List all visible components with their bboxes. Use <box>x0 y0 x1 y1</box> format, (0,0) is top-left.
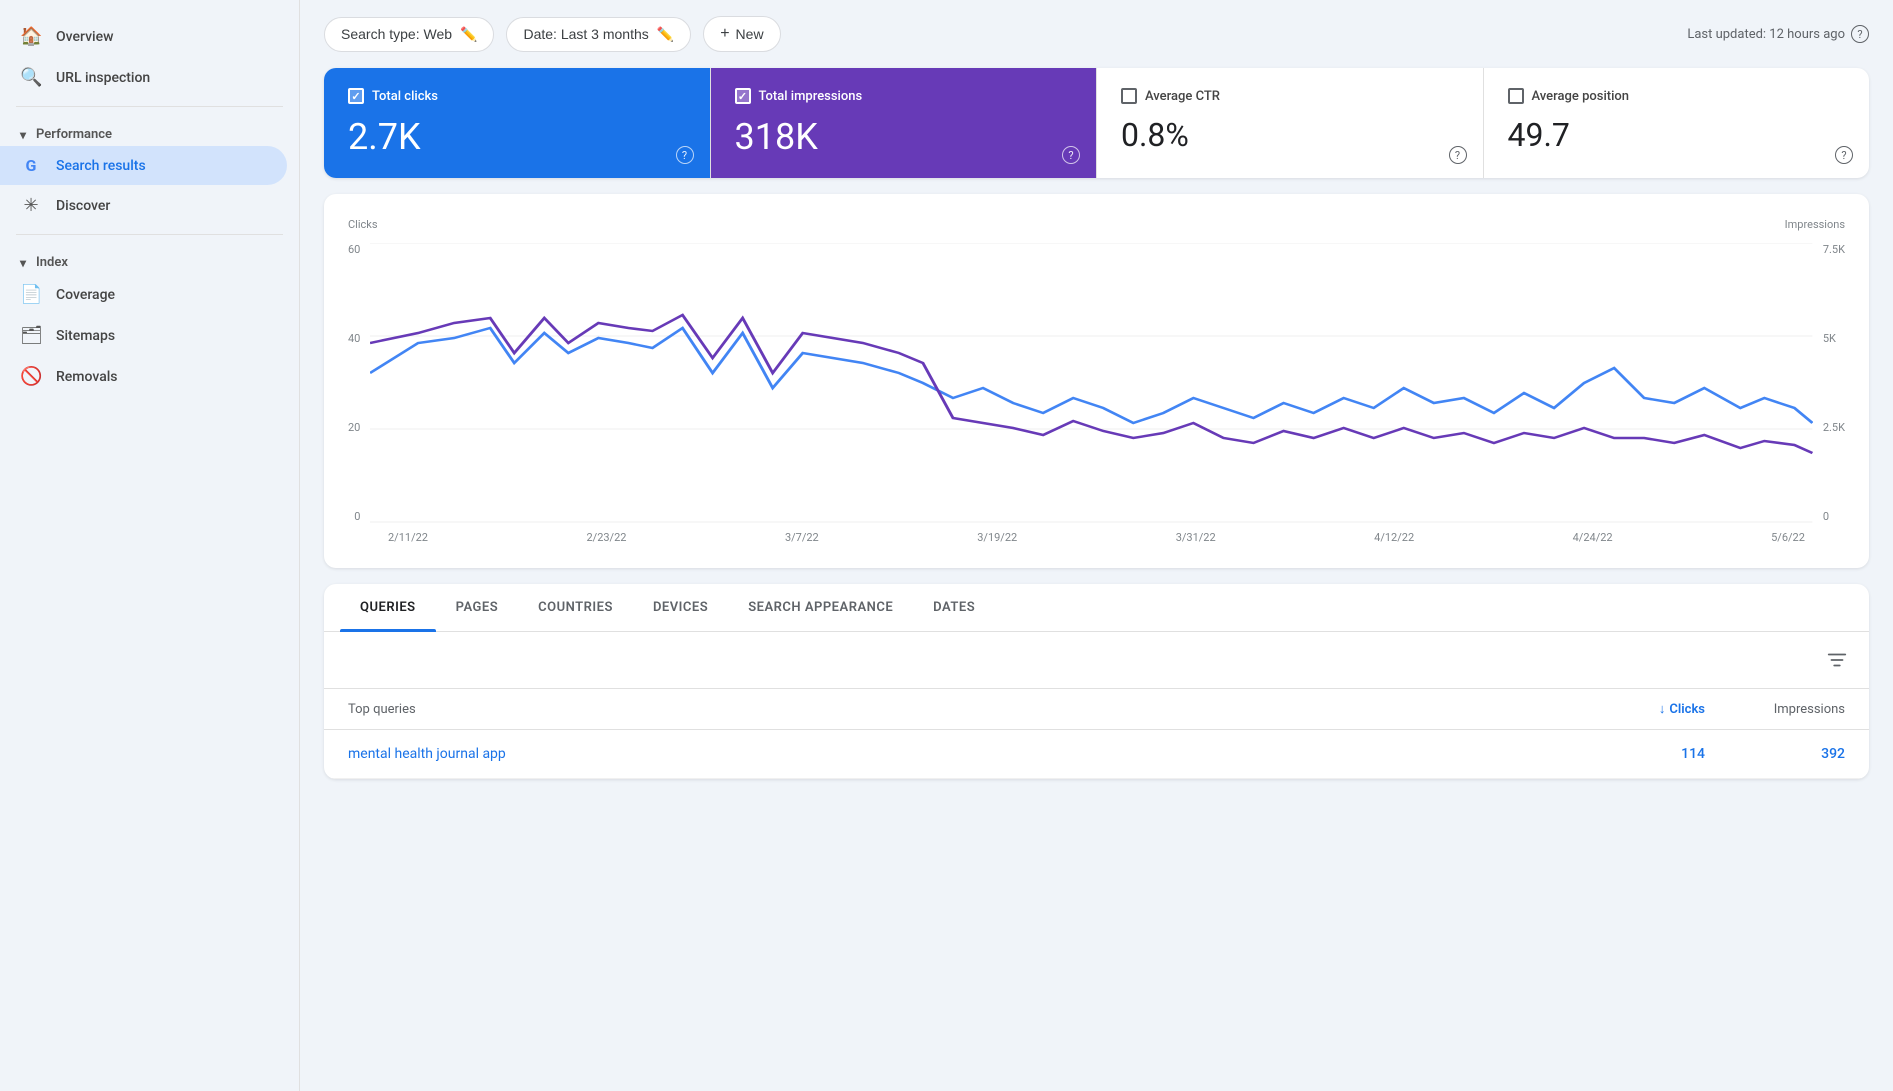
performance-arrow-icon: ▾ <box>20 128 26 142</box>
search-type-label: Search type: Web <box>341 26 452 42</box>
filter-icon-button[interactable] <box>1821 644 1853 676</box>
date-filter[interactable]: Date: Last 3 months ✏️ <box>506 17 691 52</box>
edit-search-type-icon: ✏️ <box>460 26 477 43</box>
discover-label: Discover <box>56 198 110 214</box>
coverage-icon: 📄 <box>20 284 42 305</box>
tabs-container: QUERIES PAGES COUNTRIES DEVICES SEARCH A… <box>324 584 1869 779</box>
new-button[interactable]: + New <box>703 16 780 52</box>
performance-section-label: Performance <box>36 127 112 142</box>
new-label: New <box>736 26 764 42</box>
sitemaps-icon: 🗂 <box>20 325 42 346</box>
google-g-icon: G <box>20 156 42 175</box>
total-clicks-checkbox[interactable] <box>348 88 364 104</box>
removals-icon: 🚫 <box>20 366 42 387</box>
sidebar-divider-2 <box>16 234 283 235</box>
edit-date-icon: ✏️ <box>657 26 674 43</box>
avg-ctr-checkbox[interactable] <box>1121 88 1137 104</box>
total-impressions-checkbox[interactable] <box>735 88 751 104</box>
table-header-impressions[interactable]: Impressions <box>1705 702 1845 717</box>
discover-icon: ✳ <box>20 195 42 216</box>
y-axis-right: 7.5K 5K 2.5K 0 <box>1813 243 1845 523</box>
impressions-axis-label: Impressions <box>1785 218 1845 231</box>
avg-ctr-help-icon[interactable]: ? <box>1449 146 1467 164</box>
tab-dates[interactable]: DATES <box>913 584 995 631</box>
sidebar-section-index[interactable]: ▾ Index <box>0 243 299 274</box>
total-clicks-help-icon[interactable]: ? <box>676 146 694 164</box>
avg-position-checkbox[interactable] <box>1508 88 1524 104</box>
main-content: Search type: Web ✏️ Date: Last 3 months … <box>300 0 1893 1091</box>
avg-ctr-label: Average CTR <box>1145 89 1220 104</box>
sitemaps-label: Sitemaps <box>56 328 115 344</box>
sidebar-item-coverage[interactable]: 📄 Coverage <box>0 274 287 315</box>
search-type-filter[interactable]: Search type: Web ✏️ <box>324 17 494 52</box>
last-updated: Last updated: 12 hours ago ? <box>1687 25 1869 43</box>
y-axis-left: 60 40 20 0 <box>348 243 370 523</box>
table-row-clicks: 114 <box>1565 746 1705 762</box>
removals-label: Removals <box>56 369 118 385</box>
tab-devices[interactable]: DEVICES <box>633 584 728 631</box>
search-results-label: Search results <box>56 158 146 174</box>
sidebar-item-search-results[interactable]: G Search results <box>0 146 287 185</box>
avg-position-help-icon[interactable]: ? <box>1835 146 1853 164</box>
chart-header: Clicks Impressions <box>348 218 1845 235</box>
index-section-label: Index <box>36 255 68 270</box>
sidebar-item-sitemaps[interactable]: 🗂 Sitemaps <box>0 315 287 356</box>
total-impressions-label: Total impressions <box>759 89 863 104</box>
index-arrow-icon: ▾ <box>20 256 26 270</box>
table-row: mental health journal app 114 392 <box>324 730 1869 779</box>
sidebar-overview-label: Overview <box>56 29 113 45</box>
sidebar-item-discover[interactable]: ✳ Discover <box>0 185 287 226</box>
table-row-query[interactable]: mental health journal app <box>348 746 1565 762</box>
avg-ctr-label-row: Average CTR <box>1121 88 1459 104</box>
sidebar-divider-1 <box>16 106 283 107</box>
tab-pages[interactable]: PAGES <box>436 584 519 631</box>
clicks-axis-label: Clicks <box>348 218 378 231</box>
x-axis: 2/11/22 2/23/22 3/7/22 3/19/22 3/31/22 4… <box>388 531 1805 544</box>
avg-ctr-value: 0.8% <box>1121 116 1459 154</box>
last-updated-text: Last updated: 12 hours ago <box>1687 27 1845 42</box>
tabs-row: QUERIES PAGES COUNTRIES DEVICES SEARCH A… <box>324 584 1869 632</box>
table-row-impressions: 392 <box>1705 746 1845 762</box>
sidebar-section-performance[interactable]: ▾ Performance <box>0 115 299 146</box>
tab-search-appearance[interactable]: SEARCH APPEARANCE <box>728 584 913 631</box>
total-clicks-card[interactable]: Total clicks 2.7K ? <box>324 68 711 178</box>
metrics-row: Total clicks 2.7K ? Total impressions 31… <box>324 68 1869 178</box>
sidebar-item-removals[interactable]: 🚫 Removals <box>0 356 287 397</box>
total-clicks-label-row: Total clicks <box>348 88 686 104</box>
total-impressions-card[interactable]: Total impressions 318K ? <box>711 68 1098 178</box>
sidebar-item-url-inspection[interactable]: 🔍 URL inspection <box>0 57 287 98</box>
tab-countries[interactable]: COUNTRIES <box>518 584 633 631</box>
avg-ctr-card[interactable]: Average CTR 0.8% ? <box>1097 68 1484 178</box>
avg-position-card[interactable]: Average position 49.7 ? <box>1484 68 1870 178</box>
sidebar-url-inspection-label: URL inspection <box>56 70 150 86</box>
coverage-label: Coverage <box>56 287 115 303</box>
filter-row <box>324 632 1869 689</box>
tab-queries[interactable]: QUERIES <box>340 584 436 631</box>
sidebar-item-overview[interactable]: 🏠 Overview <box>0 16 287 57</box>
sort-down-icon: ↓ <box>1659 701 1666 717</box>
table-header-clicks[interactable]: ↓ Clicks <box>1565 701 1705 717</box>
table-header: Top queries ↓ Clicks Impressions <box>324 689 1869 730</box>
content-area: Total clicks 2.7K ? Total impressions 31… <box>300 68 1893 803</box>
chart-container: Clicks Impressions 60 40 20 0 <box>324 194 1869 568</box>
chart-axes: 60 40 20 0 <box>348 243 1845 523</box>
table-header-query: Top queries <box>348 702 1565 717</box>
total-clicks-value: 2.7K <box>348 116 686 158</box>
home-icon: 🏠 <box>20 26 42 47</box>
chart-area[interactable] <box>370 243 1812 523</box>
total-impressions-label-row: Total impressions <box>735 88 1073 104</box>
total-impressions-help-icon[interactable]: ? <box>1062 146 1080 164</box>
topbar: Search type: Web ✏️ Date: Last 3 months … <box>300 0 1893 68</box>
plus-icon: + <box>720 25 729 43</box>
sidebar: 🏠 Overview 🔍 URL inspection ▾ Performanc… <box>0 0 300 1091</box>
avg-position-label: Average position <box>1532 89 1630 104</box>
search-icon: 🔍 <box>20 67 42 88</box>
avg-position-label-row: Average position <box>1508 88 1846 104</box>
date-label: Date: Last 3 months <box>523 26 648 42</box>
total-impressions-value: 318K <box>735 116 1073 158</box>
avg-position-value: 49.7 <box>1508 116 1846 154</box>
total-clicks-label: Total clicks <box>372 89 438 104</box>
last-updated-help-icon[interactable]: ? <box>1851 25 1869 43</box>
